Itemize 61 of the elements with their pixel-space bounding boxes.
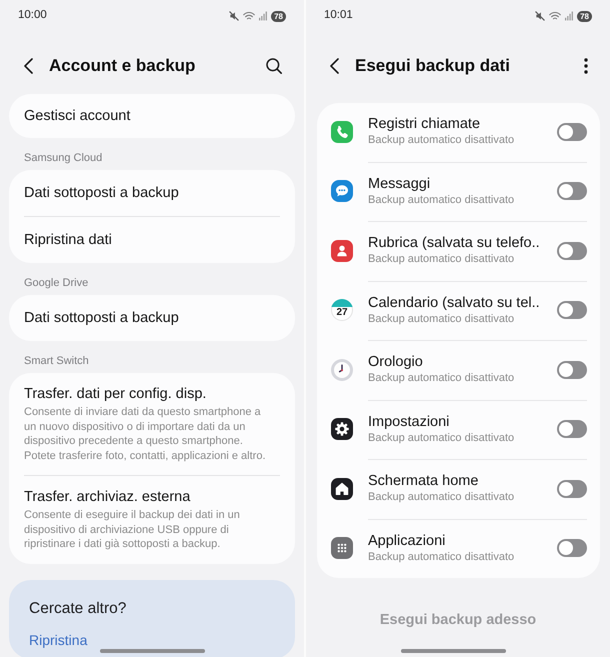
app-name: Impostazioni bbox=[368, 412, 450, 430]
backup-status: Backup automatico disattivato bbox=[368, 133, 516, 148]
grid-icon bbox=[331, 537, 353, 559]
signal-icon bbox=[259, 11, 268, 21]
battery-indicator: 78 bbox=[271, 10, 286, 22]
app-name: Messaggi bbox=[368, 174, 432, 192]
menu-item[interactable]: Dati sottoposti a backup bbox=[9, 170, 295, 216]
app-name: Orologio bbox=[368, 353, 424, 371]
toggle-switch[interactable] bbox=[557, 242, 587, 260]
toggle-switch[interactable] bbox=[557, 480, 587, 498]
menu-item-description: Consente di inviare dati da questo smartphone a un nuovo dispositivo o di importare dati da un dispositivo precedente a questo smartphone. Potete trasferire foto, contatti, applicazioni e altro. bbox=[24, 405, 267, 463]
toggle-switch[interactable] bbox=[557, 360, 587, 378]
backup-status: Backup automatico disattivato bbox=[368, 252, 516, 267]
status-time: 10:01 bbox=[324, 8, 353, 24]
toggle-switch[interactable] bbox=[557, 122, 587, 140]
clock-icon bbox=[331, 358, 353, 380]
menu-item-description: Consente di eseguire il backup dei dati in un dispositivo di archiviazione USB oppure di ripristinare i dati già sottoposti a backup. bbox=[24, 508, 241, 552]
toggle-switch[interactable] bbox=[557, 539, 587, 557]
app-name: Registri chiamate bbox=[368, 115, 482, 133]
status-time: 10:00 bbox=[18, 8, 47, 24]
person-icon bbox=[331, 240, 353, 262]
wifi-icon bbox=[243, 11, 256, 21]
chat-bubble-icon bbox=[331, 180, 353, 202]
app-name: Schermata home bbox=[368, 472, 480, 490]
more-options-icon[interactable] bbox=[584, 58, 588, 74]
toggle-switch[interactable] bbox=[557, 301, 587, 319]
toggle-switch[interactable] bbox=[557, 182, 587, 200]
menu-item[interactable]: Ripristina dati bbox=[9, 217, 295, 263]
section-heading: Google Drive bbox=[23, 276, 90, 291]
gear-icon bbox=[331, 418, 353, 440]
backup-status: Backup automatico disattivato bbox=[368, 550, 516, 564]
backup-status: Backup automatico disattivato bbox=[368, 490, 516, 505]
mute-icon bbox=[535, 11, 546, 21]
battery-indicator: 78 bbox=[577, 10, 592, 22]
menu-item[interactable]: Dati sottoposti a backup bbox=[9, 295, 295, 341]
screen-title: Account e backup bbox=[49, 55, 196, 78]
mute-icon bbox=[229, 11, 240, 21]
app-name: Applicazioni bbox=[368, 532, 446, 550]
section-heading: Samsung Cloud bbox=[23, 151, 104, 166]
app-name: Calendario (salvato su tel.. bbox=[368, 294, 541, 312]
toggle-switch[interactable] bbox=[557, 420, 587, 438]
restore-link[interactable]: Ripristina bbox=[29, 632, 88, 648]
back-icon[interactable] bbox=[24, 58, 33, 74]
wifi-icon bbox=[549, 11, 562, 21]
phone-icon bbox=[331, 120, 353, 142]
back-icon[interactable] bbox=[330, 58, 339, 74]
menu-item-title[interactable]: Trasfer. archiviaz. esterna bbox=[24, 488, 280, 506]
suggestion-title: Cercate altro? bbox=[29, 598, 128, 618]
backup-status: Backup automatico disattivato bbox=[368, 312, 516, 326]
menu-item-title[interactable]: Trasfer. dati per config. disp. bbox=[24, 385, 280, 403]
app-name: Rubrica (salvata su telefo.. bbox=[368, 234, 541, 252]
search-icon[interactable] bbox=[266, 58, 282, 74]
house-icon bbox=[331, 478, 353, 500]
section-heading: Smart Switch bbox=[23, 354, 90, 369]
screen-title: Esegui backup dati bbox=[355, 55, 510, 78]
menu-item[interactable]: Gestisci account bbox=[9, 94, 295, 138]
backup-status: Backup automatico disattivato bbox=[368, 430, 516, 446]
backup-status: Backup automatico disattivato bbox=[368, 192, 516, 208]
signal-icon bbox=[565, 11, 574, 21]
backup-status: Backup automatico disattivato bbox=[368, 371, 516, 386]
calendar-date: 27 bbox=[335, 307, 349, 319]
